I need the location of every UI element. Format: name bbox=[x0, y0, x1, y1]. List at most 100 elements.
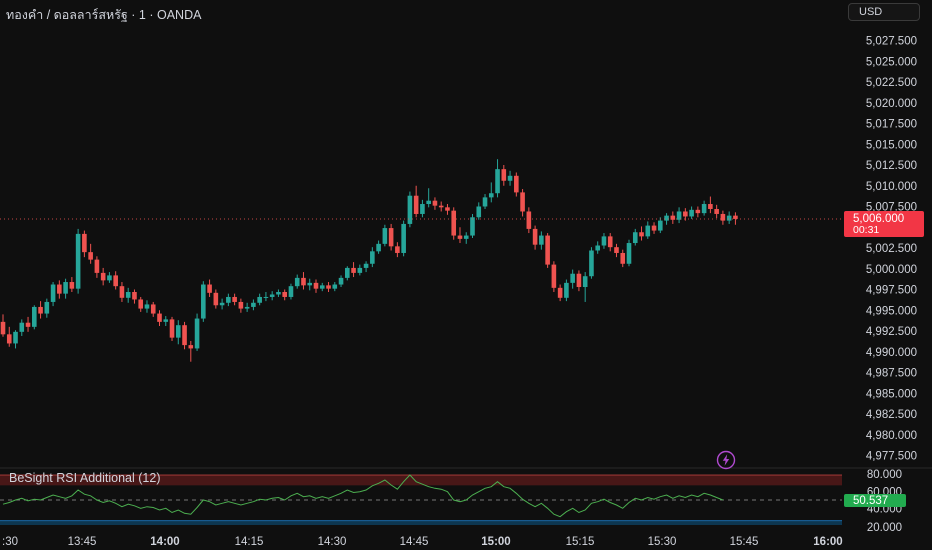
time-axis-tick: 13:45 bbox=[68, 536, 97, 548]
candle-body bbox=[651, 225, 657, 231]
price-axis-tick: 5,027.500 bbox=[866, 36, 917, 48]
candle-body bbox=[595, 245, 600, 251]
candle-body bbox=[150, 304, 156, 314]
candle-body bbox=[407, 195, 413, 224]
candle-body bbox=[476, 206, 482, 218]
time-axis-tick: 15:30 bbox=[648, 536, 677, 548]
time-axis-tick: 15:45 bbox=[730, 536, 759, 548]
candle-body bbox=[207, 284, 212, 293]
candle-body bbox=[570, 273, 575, 283]
lightning-icon[interactable] bbox=[716, 450, 736, 470]
candle-body bbox=[420, 204, 425, 214]
candle-body bbox=[138, 299, 144, 309]
candle-body bbox=[413, 195, 419, 214]
price-axis-tick: 4,987.500 bbox=[866, 368, 917, 380]
candle-body bbox=[720, 213, 726, 221]
candle-body bbox=[488, 193, 494, 198]
candle-body bbox=[382, 228, 388, 244]
candle-body bbox=[6, 334, 12, 344]
candle-body bbox=[482, 197, 488, 207]
currency-button[interactable]: USD bbox=[848, 3, 920, 21]
candle-body bbox=[294, 277, 300, 287]
chart-canvas[interactable]: 5,027.500 5,025.000 5,022.500 5,020.000 5,01… bbox=[0, 0, 932, 550]
candle-body bbox=[169, 319, 175, 338]
candle-body bbox=[626, 243, 632, 264]
candle-body bbox=[13, 331, 18, 344]
price-axis-tick: 4,982.500 bbox=[866, 409, 917, 421]
time-axis-tick: 14:45 bbox=[400, 536, 429, 548]
candle-body bbox=[38, 306, 43, 314]
candle-body bbox=[313, 282, 319, 289]
rsi-value-text: 50.537 bbox=[853, 495, 888, 507]
rsi-oversold-band bbox=[0, 520, 842, 525]
candle-body bbox=[301, 277, 306, 286]
time-axis-tick: 14:15 bbox=[235, 536, 264, 548]
candle-body bbox=[219, 302, 225, 306]
candle-body bbox=[683, 211, 688, 217]
candle-body bbox=[645, 225, 651, 237]
candle-body bbox=[238, 301, 244, 309]
candle-body bbox=[726, 215, 732, 221]
candle-body bbox=[257, 296, 262, 303]
time-axis-tick: 15:00 bbox=[481, 536, 510, 548]
candle-body bbox=[582, 276, 588, 288]
candle-body bbox=[88, 252, 93, 260]
price-axis-tick: 4,992.500 bbox=[866, 326, 917, 338]
candle-body bbox=[82, 233, 87, 253]
candle-body bbox=[175, 325, 181, 338]
time-axis-tick: 16:00 bbox=[813, 536, 842, 548]
candle-body bbox=[232, 296, 237, 302]
indicator-title[interactable]: BeSight RSI Additional (12) bbox=[9, 471, 160, 485]
candle-body bbox=[607, 236, 613, 248]
candle-body bbox=[94, 259, 100, 273]
candle-body bbox=[714, 208, 719, 214]
price-axis-tick: 5,002.500 bbox=[866, 243, 917, 255]
candle-body bbox=[50, 284, 56, 302]
candle-body bbox=[32, 306, 37, 327]
candle-body bbox=[708, 204, 713, 209]
candle-body bbox=[132, 291, 137, 300]
price-axis-tick: 4,995.000 bbox=[866, 305, 917, 317]
candle-body bbox=[25, 322, 31, 327]
candle-body bbox=[664, 215, 669, 221]
candle-body bbox=[451, 210, 457, 236]
candle-body bbox=[564, 282, 569, 298]
time-axis-tick: 14:30 bbox=[318, 536, 347, 548]
price-axis-tick: 5,020.000 bbox=[866, 98, 917, 110]
candle-body bbox=[551, 264, 557, 288]
price-axis-tick: 5,017.500 bbox=[866, 119, 917, 131]
candle-body bbox=[338, 277, 344, 285]
candle-body bbox=[100, 272, 106, 281]
candle-body bbox=[376, 243, 381, 252]
candle-body bbox=[520, 192, 525, 212]
candle-body bbox=[57, 284, 62, 294]
candle-body bbox=[401, 223, 406, 253]
candle-body bbox=[658, 220, 663, 231]
time-axis-tick: 15:15 bbox=[566, 536, 595, 548]
candle-body bbox=[244, 306, 250, 309]
candle-body bbox=[501, 169, 507, 181]
candle-body bbox=[69, 282, 75, 289]
candle-body bbox=[576, 273, 582, 288]
candle-body bbox=[388, 228, 394, 247]
candle-body bbox=[695, 209, 701, 214]
candle-body bbox=[701, 204, 707, 214]
candle-body bbox=[357, 267, 363, 273]
price-axis-tick: 5,012.500 bbox=[866, 160, 917, 172]
candle-body bbox=[639, 232, 644, 237]
candle-body bbox=[125, 291, 131, 298]
candle-body bbox=[589, 250, 594, 277]
candle-body bbox=[432, 200, 438, 206]
candle-body bbox=[163, 319, 169, 322]
candle-body bbox=[157, 313, 162, 322]
candle-body bbox=[326, 285, 331, 289]
candle-body bbox=[201, 284, 206, 319]
price-badge-countdown: 00:31 bbox=[853, 224, 879, 236]
time-axis-tick: 14:00 bbox=[150, 536, 179, 548]
rsi-axis-tick: 80.000 bbox=[867, 469, 902, 481]
symbol-title[interactable]: ทองคำ / ดอลลาร์สหรัฐ · 1 · OANDA bbox=[6, 5, 201, 25]
price-axis-tick: 4,985.000 bbox=[866, 388, 917, 400]
candle-body bbox=[119, 286, 125, 298]
candle-body bbox=[632, 232, 638, 244]
candle-body bbox=[251, 302, 256, 307]
